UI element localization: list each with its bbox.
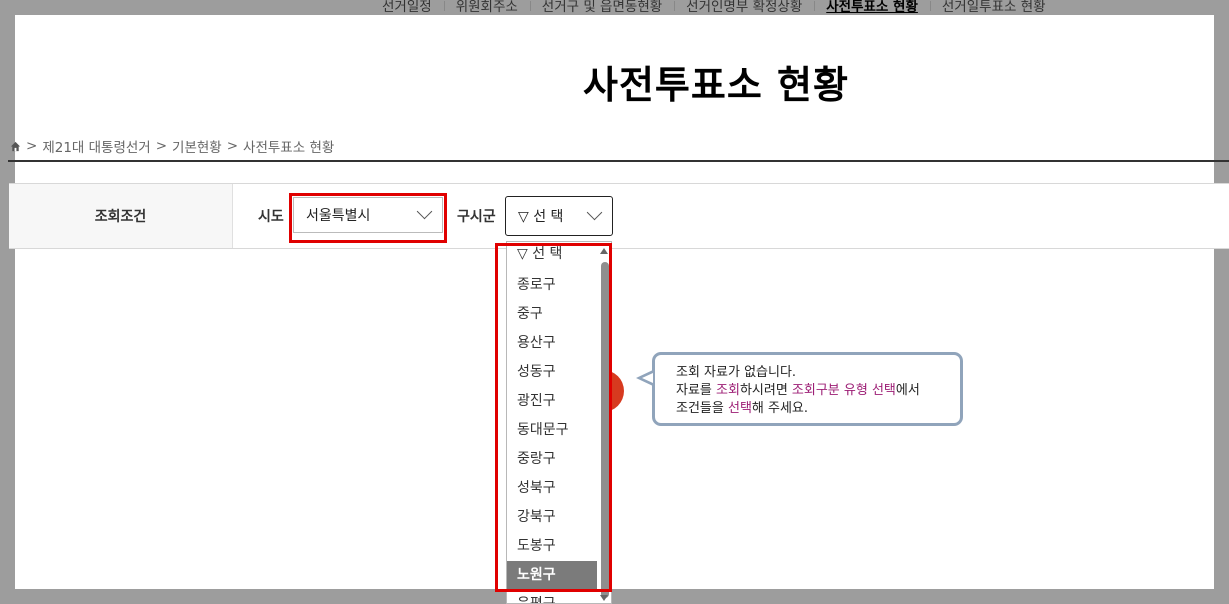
search-condition-bar: 조회조건 (9, 183, 1229, 249)
title-divider (8, 160, 1229, 162)
sido-label: 시도 (258, 209, 284, 225)
chevron-down-icon (416, 203, 433, 220)
dropdown-option[interactable]: 광진구 (507, 387, 611, 416)
top-navigation: 선거일정 위원회주소 선거구 및 읍면동현황 선거인명부 확정상황 사전투표소 … (370, 0, 1058, 16)
breadcrumb-basic-status[interactable]: 기본현황 (172, 136, 222, 156)
dropdown-option[interactable]: 성동구 (507, 358, 611, 387)
breadcrumb-current: 사전투표소 현황 (243, 140, 335, 156)
dropdown-option[interactable]: 중랑구 (507, 445, 611, 474)
dropdown-option[interactable]: 종로구 (507, 271, 611, 300)
gusigun-dropdown-list[interactable]: ▽ 선 택 종로구 중구 용산구 성동구 광진구 동대문구 중랑구 성북구 강북… (506, 241, 612, 604)
scroll-up-icon[interactable] (600, 248, 608, 254)
nav-election-day-stations[interactable]: 선거일투표소 현황 (929, 0, 1058, 15)
chevron-down-icon (586, 204, 603, 221)
breadcrumb-separator: > (155, 138, 168, 154)
dropdown-option[interactable]: 중구 (507, 300, 611, 329)
dropdown-option[interactable]: ▽ 선 택 (507, 242, 611, 271)
no-data-tooltip: 조회 자료가 없습니다. 자료를 조회하시려면 조회구분 유형 선택에서 조건들… (636, 352, 963, 426)
dropdown-option-selected[interactable]: 노원구 (507, 561, 597, 590)
dropdown-option[interactable]: 동대문구 (507, 416, 611, 445)
tooltip-line-2: 자료를 조회하시려면 조회구분 유형 선택에서 (676, 383, 920, 398)
gusigun-label: 구시군 (457, 209, 496, 225)
gusigun-select[interactable]: ▽ 선 택 (505, 196, 613, 236)
breadcrumb-separator: > (226, 138, 239, 154)
dropdown-option[interactable]: 은평구 (507, 590, 611, 603)
tooltip-line-3: 조건들을 선택해 주세요. (676, 401, 809, 416)
dropdown-option[interactable]: 강북구 (507, 503, 611, 532)
home-icon[interactable] (10, 141, 21, 152)
breadcrumb: > 제21대 대통령선거 > 기본현황 > 사전투표소 현황 (10, 136, 334, 156)
sido-select-value: 서울특별시 (306, 208, 371, 224)
gusigun-select-value: ▽ 선 택 (518, 209, 564, 225)
nav-district-status[interactable]: 선거구 및 읍면동현황 (529, 0, 674, 15)
nav-committee-address[interactable]: 위원회주소 (443, 0, 530, 15)
dropdown-option[interactable]: 성북구 (507, 474, 611, 503)
nav-election-schedule[interactable]: 선거일정 (370, 0, 444, 15)
tooltip-tail-inner (642, 373, 653, 383)
nav-voter-registry[interactable]: 선거인명부 확정상황 (674, 0, 814, 15)
tooltip-line-1: 조회 자료가 없습니다. (676, 365, 797, 380)
sido-select[interactable]: 서울특별시 (293, 197, 443, 233)
dropdown-option[interactable]: 도봉구 (507, 532, 611, 561)
dropdown-option[interactable]: 용산구 (507, 329, 611, 358)
search-condition-label: 조회조건 (9, 184, 233, 248)
nav-early-voting-stations[interactable]: 사전투표소 현황 (814, 0, 930, 15)
page-title: 사전투표소 현황 (583, 63, 849, 107)
dropdown-scrollbar[interactable] (601, 262, 609, 598)
breadcrumb-election[interactable]: 제21대 대통령선거 (42, 136, 150, 156)
scroll-down-icon[interactable] (600, 595, 608, 601)
breadcrumb-separator: > (26, 138, 38, 154)
